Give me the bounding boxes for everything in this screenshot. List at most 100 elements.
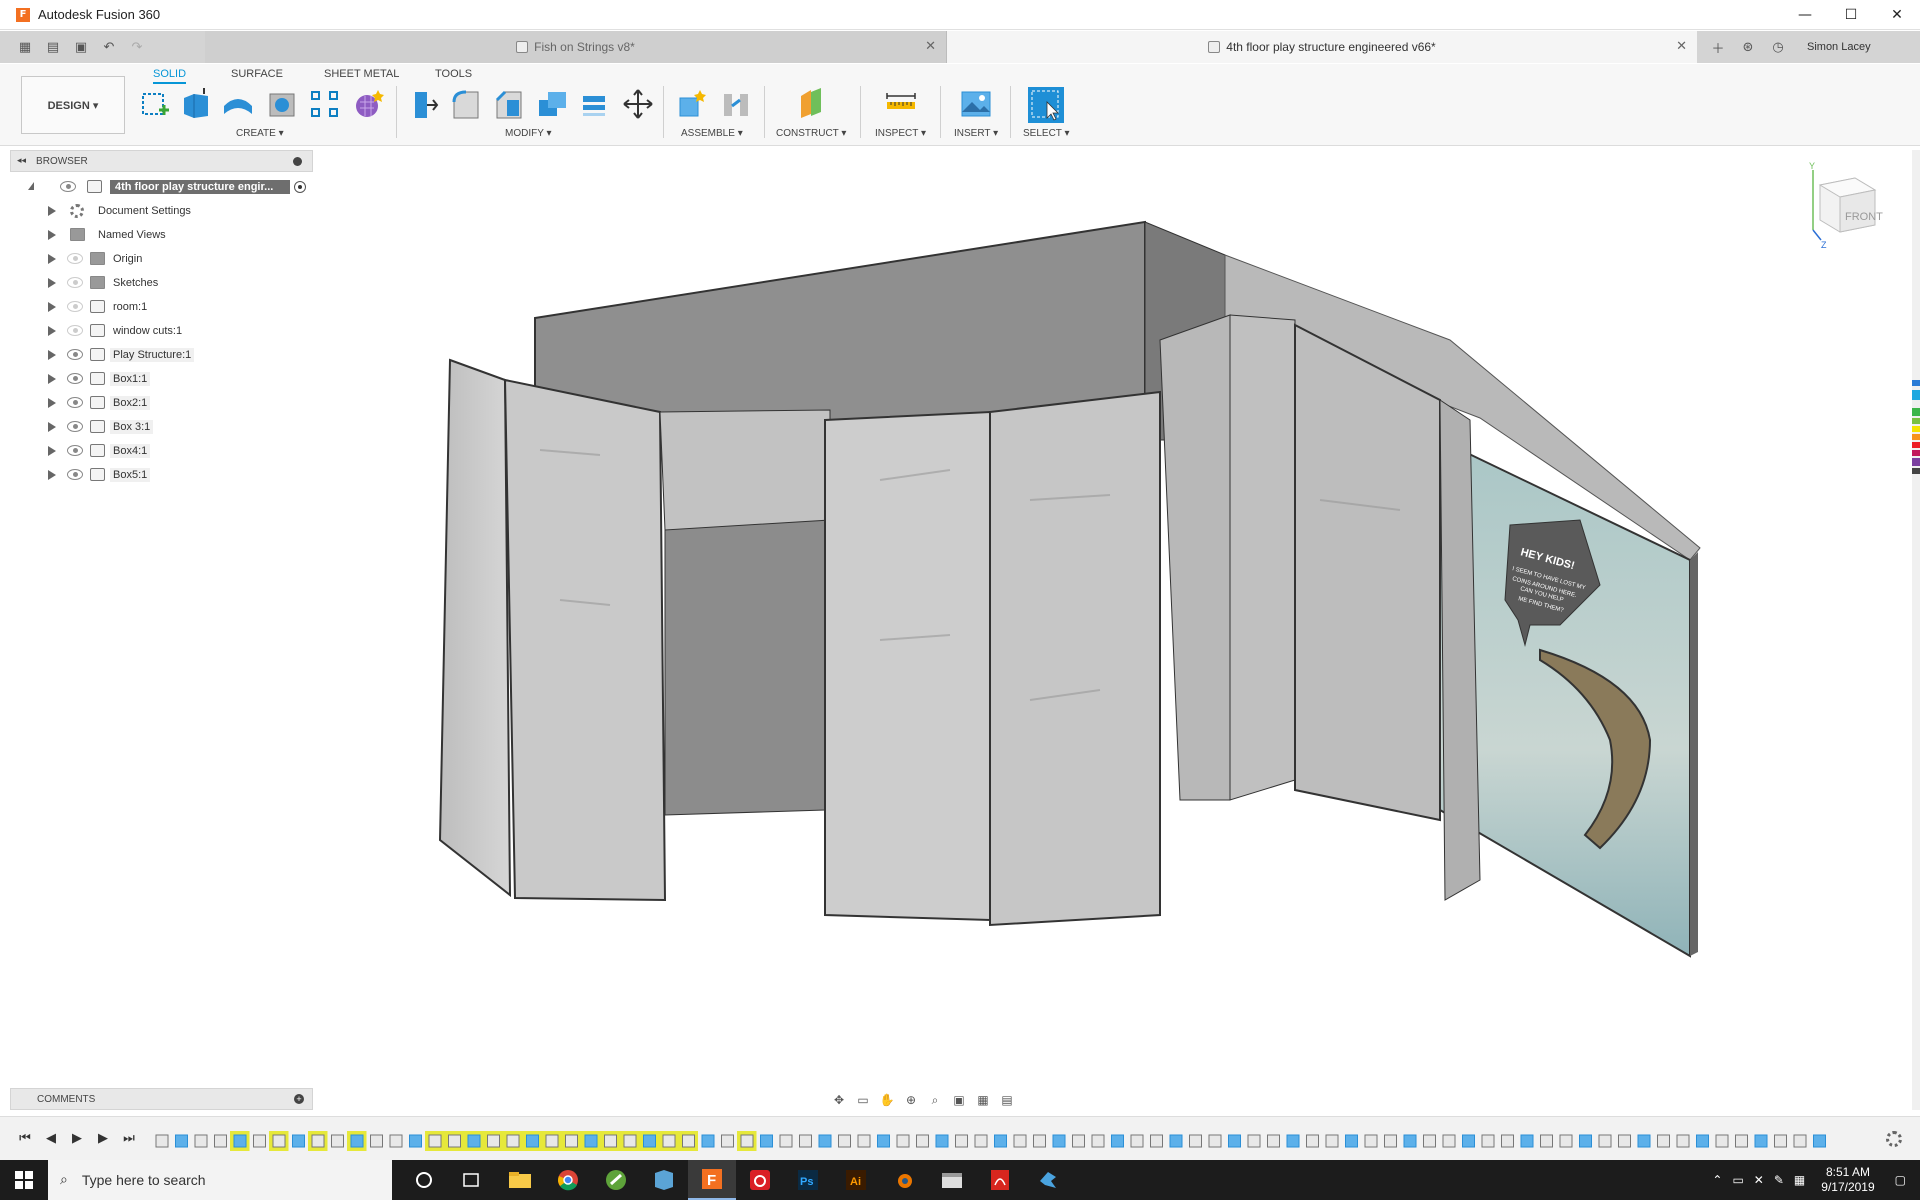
cortana-icon[interactable] xyxy=(400,1160,448,1200)
fillet-icon[interactable] xyxy=(450,88,482,120)
timeline-feature-icon[interactable] xyxy=(818,1134,832,1148)
expand-triangle-icon[interactable] xyxy=(48,278,56,288)
timeline-feature-icon[interactable] xyxy=(1189,1134,1202,1148)
timeline-feature-icon[interactable] xyxy=(425,1131,445,1151)
timeline-feature-icon[interactable] xyxy=(483,1131,504,1151)
taskbar-clock[interactable]: 8:51 AM 9/17/2019 xyxy=(1821,1165,1874,1195)
timeline-feature-icon[interactable] xyxy=(1169,1134,1183,1148)
visibility-eye-icon[interactable] xyxy=(67,373,83,384)
modify-menu[interactable]: MODIFY ▾ xyxy=(505,128,552,139)
timeline-feature-icon[interactable] xyxy=(1052,1134,1066,1148)
timeline-feature-icon[interactable] xyxy=(1540,1134,1553,1148)
timeline-feature-icon[interactable] xyxy=(857,1134,871,1148)
timeline-feature-icon[interactable] xyxy=(1735,1134,1748,1148)
close-button[interactable]: ✕ xyxy=(1874,0,1920,30)
timeline-feature-icon[interactable] xyxy=(1637,1134,1651,1148)
new-tab-plus-icon[interactable]: ＋ xyxy=(1707,36,1729,58)
keyboard-icon[interactable]: ▦ xyxy=(1794,1173,1805,1187)
timeline-feature-icon[interactable] xyxy=(155,1134,169,1148)
pen-icon[interactable]: ✎ xyxy=(1774,1173,1784,1187)
timeline-feature-icon[interactable] xyxy=(896,1134,910,1148)
timeline-feature-icon[interactable] xyxy=(370,1134,383,1148)
browser-item-box5[interactable]: Box5:1 xyxy=(10,463,313,487)
creative-cloud-icon[interactable] xyxy=(736,1160,784,1200)
timeline-feature-icon[interactable] xyxy=(877,1134,890,1148)
timeline-feature-icon[interactable] xyxy=(1013,1134,1027,1148)
timeline-feature-icon[interactable] xyxy=(308,1131,328,1151)
browser-item-box3[interactable]: Box 3:1 xyxy=(10,415,313,439)
visibility-eye-icon[interactable] xyxy=(67,469,83,480)
timeline-feature-icon[interactable] xyxy=(1228,1134,1241,1148)
expand-triangle-icon[interactable] xyxy=(48,374,56,384)
tab-sheet-metal[interactable]: SHEET METAL xyxy=(324,68,399,84)
timeline-feature-icon[interactable] xyxy=(444,1131,465,1151)
browser-item-box4[interactable]: Box4:1 xyxy=(10,439,313,463)
close-tab-icon[interactable]: ✕ xyxy=(1676,39,1687,54)
timeline-feature-icon[interactable] xyxy=(1267,1134,1280,1148)
timeline-feature-icon[interactable] xyxy=(194,1134,208,1148)
orbit-icon[interactable]: ✥ xyxy=(830,1091,848,1109)
pin-panel-icon[interactable] xyxy=(293,157,302,166)
timeline-feature-icon[interactable] xyxy=(799,1134,812,1148)
fusion-360-taskbar-icon[interactable]: F xyxy=(688,1160,736,1200)
timeline-feature-icon[interactable] xyxy=(1774,1134,1787,1148)
timeline-feature-icon[interactable] xyxy=(1306,1134,1319,1148)
tab-tools[interactable]: TOOLS xyxy=(435,68,472,84)
undo-icon[interactable]: ↶ xyxy=(98,36,120,58)
timeline-feature-icon[interactable] xyxy=(721,1134,734,1148)
taskbar-search-box[interactable]: ⌕ Type here to search xyxy=(48,1160,392,1200)
visibility-eye-icon[interactable] xyxy=(67,445,83,456)
file-menu-icon[interactable]: ▤ xyxy=(42,36,64,58)
create-menu[interactable]: CREATE ▾ xyxy=(236,128,284,139)
visibility-eye-icon[interactable] xyxy=(67,421,83,432)
timeline-feature-icon[interactable] xyxy=(1579,1134,1592,1148)
insert-canvas-icon[interactable] xyxy=(960,88,992,120)
windows-start-icon[interactable] xyxy=(0,1160,48,1200)
timeline-feature-icon[interactable] xyxy=(838,1134,851,1148)
timeline-feature-icon[interactable] xyxy=(1442,1134,1456,1148)
tab-surface[interactable]: SURFACE xyxy=(231,68,283,84)
timeline-feature-icon[interactable] xyxy=(1559,1134,1573,1148)
inspect-menu[interactable]: INSPECT ▾ xyxy=(875,128,926,139)
timeline-feature-icon[interactable] xyxy=(331,1134,344,1148)
browser-item-play-structure[interactable]: Play Structure:1 xyxy=(10,343,313,367)
step-forward-icon[interactable]: ▶ xyxy=(94,1129,112,1147)
browser-item-room[interactable]: room:1 xyxy=(10,295,313,319)
zoom-icon[interactable]: ⊕ xyxy=(902,1091,920,1109)
extrude-icon[interactable] xyxy=(180,88,212,120)
timeline-feature-icon[interactable] xyxy=(347,1131,367,1151)
go-to-end-icon[interactable]: ⏭ xyxy=(120,1129,138,1147)
collapse-triangle-icon[interactable] xyxy=(28,182,34,190)
timeline-feature-icon[interactable] xyxy=(1033,1134,1046,1148)
add-comment-icon[interactable]: + xyxy=(294,1094,304,1104)
expand-triangle-icon[interactable] xyxy=(48,206,56,216)
workspace-switcher-button[interactable]: DESIGN ▾ xyxy=(21,76,125,134)
timeline-feature-icon[interactable] xyxy=(1618,1134,1631,1148)
rectangular-pattern-icon[interactable] xyxy=(309,88,341,120)
step-back-icon[interactable]: ◀ xyxy=(42,1129,60,1147)
timeline-feature-icon[interactable] xyxy=(175,1134,188,1148)
timeline-feature-icon[interactable] xyxy=(1657,1134,1670,1148)
timeline-feature-icon[interactable] xyxy=(1364,1134,1378,1148)
timeline-feature-icon[interactable] xyxy=(522,1131,543,1151)
timeline-feature-icon[interactable] xyxy=(1813,1134,1826,1148)
timeline-feature-icon[interactable] xyxy=(1111,1134,1124,1148)
timeline-feature-icon[interactable] xyxy=(253,1134,266,1148)
viewports-icon[interactable]: ▤ xyxy=(998,1091,1016,1109)
visibility-eye-icon[interactable] xyxy=(60,181,76,192)
chamfer-icon[interactable] xyxy=(493,88,525,120)
collapse-panel-icon[interactable]: ◂◂ xyxy=(17,156,26,166)
timeline-feature-icon[interactable] xyxy=(1696,1134,1709,1148)
timeline-feature-icon[interactable] xyxy=(935,1134,949,1148)
visibility-eye-icon[interactable] xyxy=(67,277,83,288)
construct-menu[interactable]: CONSTRUCT ▾ xyxy=(776,128,846,139)
browser-root-node[interactable]: 4th floor play structure engir... xyxy=(10,175,313,199)
timeline-feature-icon[interactable] xyxy=(1481,1134,1495,1148)
timeline-feature-icon[interactable] xyxy=(955,1134,968,1148)
browser-item-box2[interactable]: Box2:1 xyxy=(10,391,313,415)
joint-icon[interactable] xyxy=(720,88,752,120)
timeline-feature-icon[interactable] xyxy=(464,1131,484,1151)
expand-triangle-icon[interactable] xyxy=(48,422,56,432)
browser-header[interactable]: ◂◂ BROWSER xyxy=(10,150,313,172)
assemble-menu[interactable]: ASSEMBLE ▾ xyxy=(681,128,743,139)
